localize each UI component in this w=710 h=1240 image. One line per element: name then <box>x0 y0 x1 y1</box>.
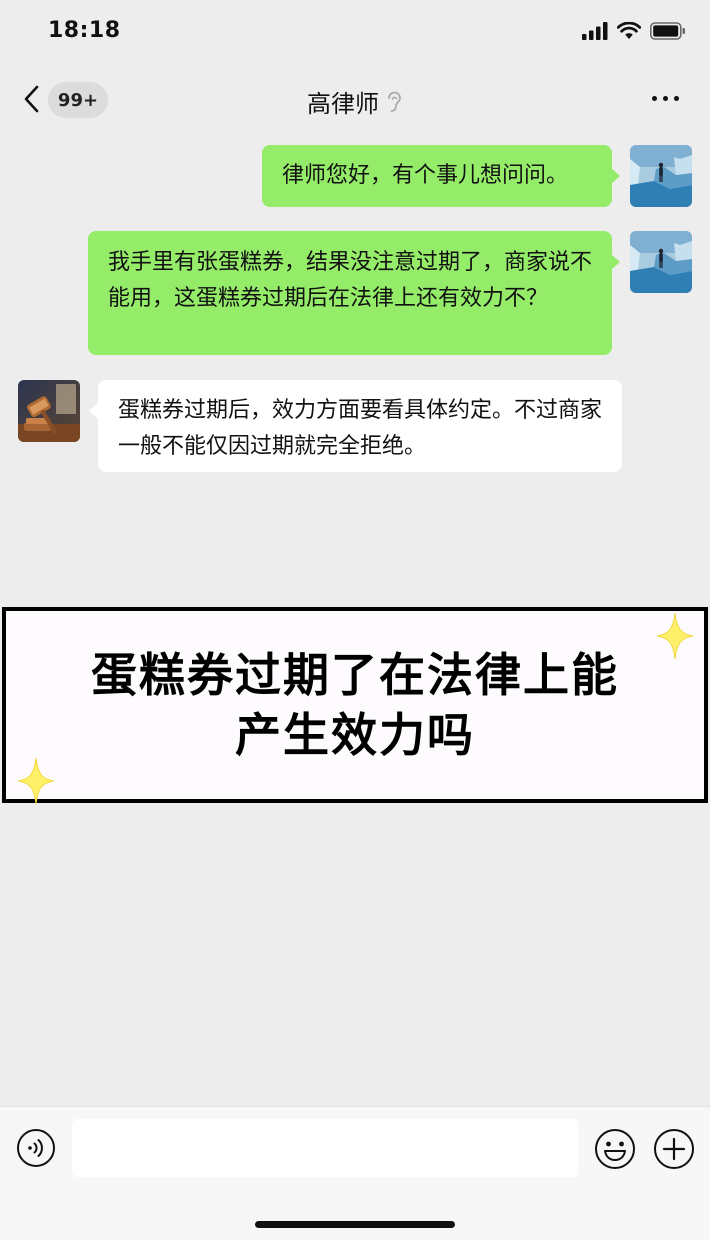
message-input[interactable] <box>72 1119 578 1177</box>
chat-title-group: 高律师 <box>0 84 710 119</box>
user-avatar[interactable] <box>630 231 692 293</box>
banner-title: 蛋糕券过期了在法律上能 产生效力吗 <box>6 645 704 765</box>
home-indicator <box>255 1221 455 1228</box>
chat-input-bar <box>0 1106 710 1240</box>
bubble-tail <box>89 403 98 419</box>
bubble-tail <box>611 254 620 270</box>
chat-header: 99+ 高律师 <box>0 70 710 130</box>
cellular-signal-icon <box>582 22 608 40</box>
message-text: 蛋糕券过期后，效力方面要看具体约定。不过商家一般不能仅因过期就完全拒绝。 <box>118 398 603 459</box>
wifi-icon <box>617 22 641 39</box>
status-time: 18:18 <box>48 18 121 43</box>
earpiece-mode-icon <box>388 91 401 112</box>
message-text: 律师您好，有个事儿想问问。 <box>282 163 569 188</box>
battery-icon <box>650 22 685 40</box>
sparkle-icon <box>17 757 55 805</box>
message-text: 我手里有张蛋糕券，结果没注意过期了，商家说不能用，这蛋糕券过期后在法律上还有效力… <box>108 250 593 311</box>
more-options-icon[interactable] <box>652 88 682 108</box>
banner-line-1: 蛋糕券过期了在法律上能 <box>91 648 619 702</box>
lawyer-avatar[interactable] <box>18 380 80 442</box>
user-avatar[interactable] <box>630 145 692 207</box>
voice-input-icon[interactable] <box>16 1128 56 1168</box>
status-icons <box>582 22 686 40</box>
chat-title: 高律师 <box>307 90 379 118</box>
emoji-icon[interactable] <box>594 1128 636 1170</box>
sparkle-icon <box>656 612 694 660</box>
banner-line-2: 产生效力吗 <box>235 708 475 762</box>
status-bar: 18:18 <box>0 0 710 66</box>
plus-icon[interactable] <box>653 1128 695 1170</box>
bubble-tail <box>611 168 620 184</box>
outgoing-message-bubble[interactable]: 律师您好，有个事儿想问问。 <box>262 145 612 207</box>
outgoing-message-bubble[interactable]: 我手里有张蛋糕券，结果没注意过期了，商家说不能用，这蛋糕券过期后在法律上还有效力… <box>88 231 612 355</box>
incoming-message-bubble[interactable]: 蛋糕券过期后，效力方面要看具体约定。不过商家一般不能仅因过期就完全拒绝。 <box>98 380 622 472</box>
title-banner: 蛋糕券过期了在法律上能 产生效力吗 <box>2 607 708 805</box>
